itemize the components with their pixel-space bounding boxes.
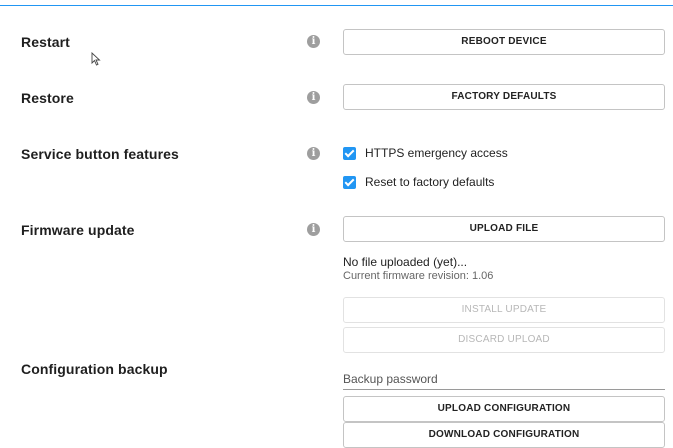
- backup-password-field[interactable]: [343, 370, 665, 390]
- download-configuration-button[interactable]: DOWNLOAD CONFIGURATION: [343, 422, 665, 448]
- header-divider: [0, 0, 673, 6]
- reboot-device-button[interactable]: REBOOT DEVICE: [343, 29, 665, 55]
- info-icon[interactable]: i: [307, 223, 320, 236]
- configuration-backup-label: Configuration backup: [21, 361, 168, 377]
- firmware-update-label: Firmware update: [21, 222, 135, 238]
- reset-to-factory-defaults-label: Reset to factory defaults: [365, 175, 495, 189]
- info-icon[interactable]: i: [307, 91, 320, 104]
- https-emergency-access-label: HTTPS emergency access: [365, 146, 508, 160]
- factory-defaults-button[interactable]: FACTORY DEFAULTS: [343, 84, 665, 110]
- firmware-revision-text: Current firmware revision: 1.06: [343, 270, 494, 282]
- info-icon[interactable]: i: [307, 147, 320, 160]
- reset-to-factory-defaults-option[interactable]: Reset to factory defaults: [343, 174, 494, 190]
- check-icon[interactable]: [343, 146, 356, 160]
- check-icon[interactable]: [343, 175, 356, 189]
- upload-configuration-button[interactable]: UPLOAD CONFIGURATION: [343, 396, 665, 422]
- restart-label: Restart: [21, 34, 70, 50]
- https-emergency-access-option[interactable]: HTTPS emergency access: [343, 145, 508, 161]
- restore-label: Restore: [21, 90, 74, 106]
- firmware-status-text: No file uploaded (yet)...: [343, 255, 468, 269]
- mouse-pointer-icon: [91, 52, 101, 66]
- upload-file-button[interactable]: UPLOAD FILE: [343, 216, 665, 242]
- service-button-features-label: Service button features: [21, 146, 179, 162]
- discard-upload-button[interactable]: DISCARD UPLOAD: [343, 327, 665, 353]
- info-icon[interactable]: i: [307, 35, 320, 48]
- backup-password-input[interactable]: [343, 370, 665, 388]
- install-update-button[interactable]: INSTALL UPDATE: [343, 297, 665, 323]
